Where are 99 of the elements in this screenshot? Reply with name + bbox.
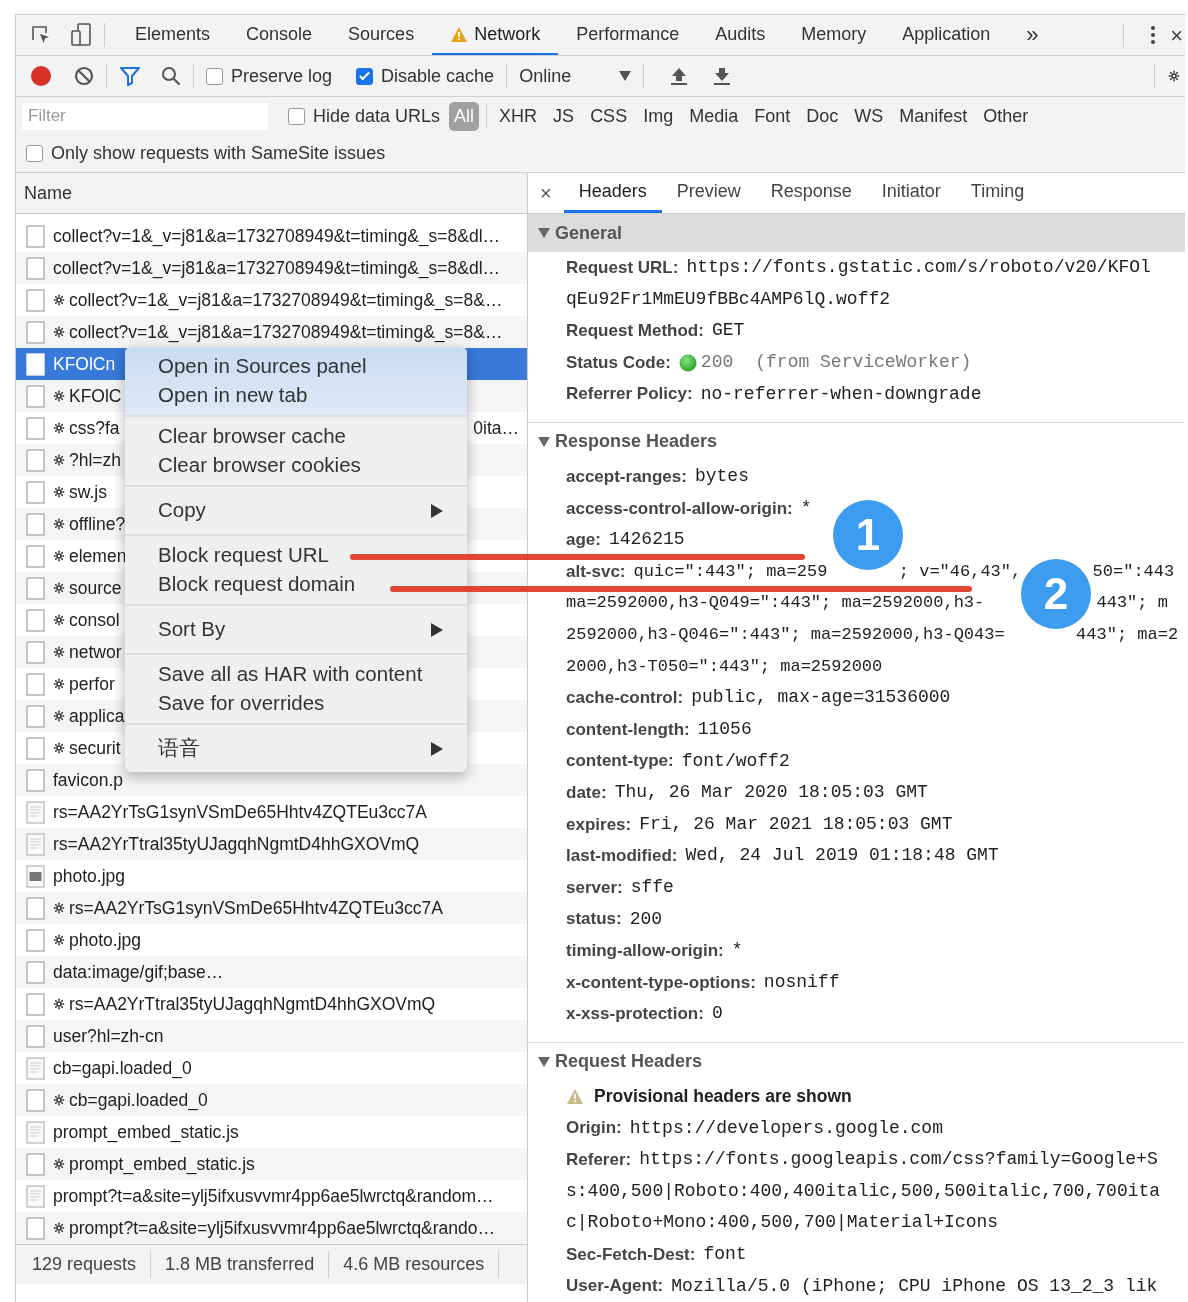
request-name: cb=gapi.loaded_0 [69,1088,208,1113]
status-text: 129 requests [32,1251,152,1278]
header-value: no-referrer-when-downgrade [700,382,982,406]
header-name: accept-ranges: [566,466,687,488]
header-value: bytes [694,465,749,489]
request-name: prompt_embed_static.js [69,1152,255,1177]
request-name: prompt?t=a&site=ylj5ifxusvvmr4pp6ae5lwrctq&random… [53,1184,494,1208]
number-marker: 1 [833,500,903,570]
request-name: source [69,576,122,600]
header-name: date: [566,781,607,804]
request-name: securit [69,736,121,760]
header-name: x-content-type-options: [566,971,756,994]
header-value: font/woff2 [681,749,790,773]
request-name: photo.jpg [53,864,125,888]
header-value: ma=2592000,h3-Q049=":443"; ma=2592000,h3- [566,592,985,615]
header-value: GET [711,319,745,343]
status-text: 1.8 MB transferred [165,1251,330,1278]
request-name: css?fa [69,416,120,440]
request-name: ?hl=zh [69,448,122,472]
request-name: applica [69,704,125,728]
header-value: 2592000,h3-Q046=":443"; ma=2592000,h3-Q043= [566,624,1005,646]
header-name: Referer: [566,1148,632,1171]
header-name: Request URL: [566,257,679,280]
header-value: quic=":443"; ma=259 [633,560,828,583]
header-name: server: [566,876,623,899]
header-value: sffe [630,876,674,899]
request-name: networ [69,640,122,664]
header-value: https://fonts.gstatic.com/s/roboto/v20/KFOl [686,256,1151,280]
header-name: Status Code: [566,351,671,374]
checkbox-label: Preserve log [231,64,333,88]
header-value: Wed, 24 Jul 2019 01:18:48 GMT [685,844,999,868]
request-name: rs=AA2YrTtral35tyUJagqhNgmtD4hhGXOVmQ [53,832,420,856]
header-value: Fri, 26 Mar 2021 18:05:03 GMT [639,812,953,836]
header-value: Thu, 26 Mar 2020 18:05:03 GMT [614,781,928,805]
request-name: elemen [69,544,127,568]
header-value: 200 [629,907,663,931]
header-name: cache-control: [566,687,684,710]
request-name: collect?v=1&_v=j81&a=1732708949&t=timing&_s=8&dl… [53,224,501,249]
header-value: qEu92Fr1MmEU9fBBc4AMP6lQ.woff2 [566,287,891,311]
column-header: Name [24,181,72,205]
header-name: timing-allow-origin: [566,939,724,962]
header-name: age: [566,529,601,552]
header-name: User-Agent: [566,1275,664,1298]
header-value: https://developers.google.com [629,1116,943,1140]
request-name: 0ita… [473,416,520,440]
request-name: rs=AA2YrTtral35tyUJagqhNgmtD4hhGXOVmQ [69,992,436,1016]
checkbox-label: Only show requests with SameSite issues [51,142,386,165]
header-value: 2000,h3-T050=":443"; ma=2592000 [566,655,883,678]
header-value: 443"; m [1096,592,1168,615]
header-value: public, max-age=31536000 [691,686,951,710]
warning-text: Provisional headers are shown [594,1085,852,1109]
header-name: x-xss-protection: [566,1003,704,1026]
header-value: nosniff [763,970,840,994]
header-value: Mozilla/5.0 (iPhone; CPU iPhone OS 13_2_3 lik [671,1274,1158,1298]
header-value: 11056 [697,718,752,741]
header-value: 1426215 [608,528,685,552]
status-text: 4.6 MB resources [343,1251,500,1278]
header-name: alt-svc: [566,560,626,583]
request-name: user?hl=zh-cn [53,1024,164,1048]
number-marker: 2 [1021,559,1091,629]
request-name: perfor [69,672,115,696]
header-name: last-modified: [566,845,678,868]
header-value: * [731,939,743,963]
request-name: sw.js [69,480,107,504]
header-name: content-length: [566,718,690,741]
checkbox-label: Hide data URLs [313,104,441,128]
header-value: 200 [700,351,734,375]
request-name: favicon.p [53,768,124,792]
header-name: status: [566,908,622,931]
header-name: access-control-allow-origin: [566,497,793,520]
request-name: rs=AA2YrTsG1synVSmDe65Hhtv4ZQTEu3cc7A [69,896,443,920]
request-name: prompt_embed_static.js [53,1120,239,1145]
request-name: photo.jpg [69,928,141,952]
request-name: collect?v=1&_v=j81&a=1732708949&t=timing&_s=8&… [69,320,503,345]
request-name: cb=gapi.loaded_0 [53,1056,192,1081]
header-value: https://fonts.googleapis.com/css?family=Google+S [639,1148,1158,1172]
request-name: KFOlC [69,384,122,408]
request-name: collect?v=1&_v=j81&a=1732708949&t=timing&_s=8&… [69,288,503,313]
header-value: 50=":443 [1092,560,1175,583]
header-name: Request Method: [566,320,704,343]
header-value: * [800,496,812,520]
request-name: KFOlCn [53,352,116,376]
request-name: consol [69,608,120,632]
header-value: (from ServiceWorker) [755,351,972,375]
header-value: c|Roboto+Mono:400,500,700|Material+Icons [566,1211,999,1235]
header-name: Sec-Fetch-Dest: [566,1243,696,1266]
request-name: prompt?t=a&site=ylj5ifxusvvmr4pp6ae5lwrctq&rando… [69,1216,496,1240]
header-name: Referrer Policy: [566,383,693,406]
header-value: s:400,500|Roboto:400,400italic,500,500italic,700,700ita [566,1179,1161,1203]
header-value: 0 [711,1002,723,1026]
header-name: content-type: [566,750,674,773]
request-name: rs=AA2YrTsG1synVSmDe65Hhtv4ZQTEu3cc7A [53,800,427,824]
request-name: offline? [69,512,126,536]
header-name: Origin: [566,1117,622,1140]
request-name: collect?v=1&_v=j81&a=1732708949&t=timing&_s=8&dl… [53,256,501,281]
header-name: expires: [566,813,632,836]
checkbox-label: Disable cache [381,64,495,88]
header-value: font [703,1242,747,1266]
request-name: data:image/gif;base… [53,960,224,984]
